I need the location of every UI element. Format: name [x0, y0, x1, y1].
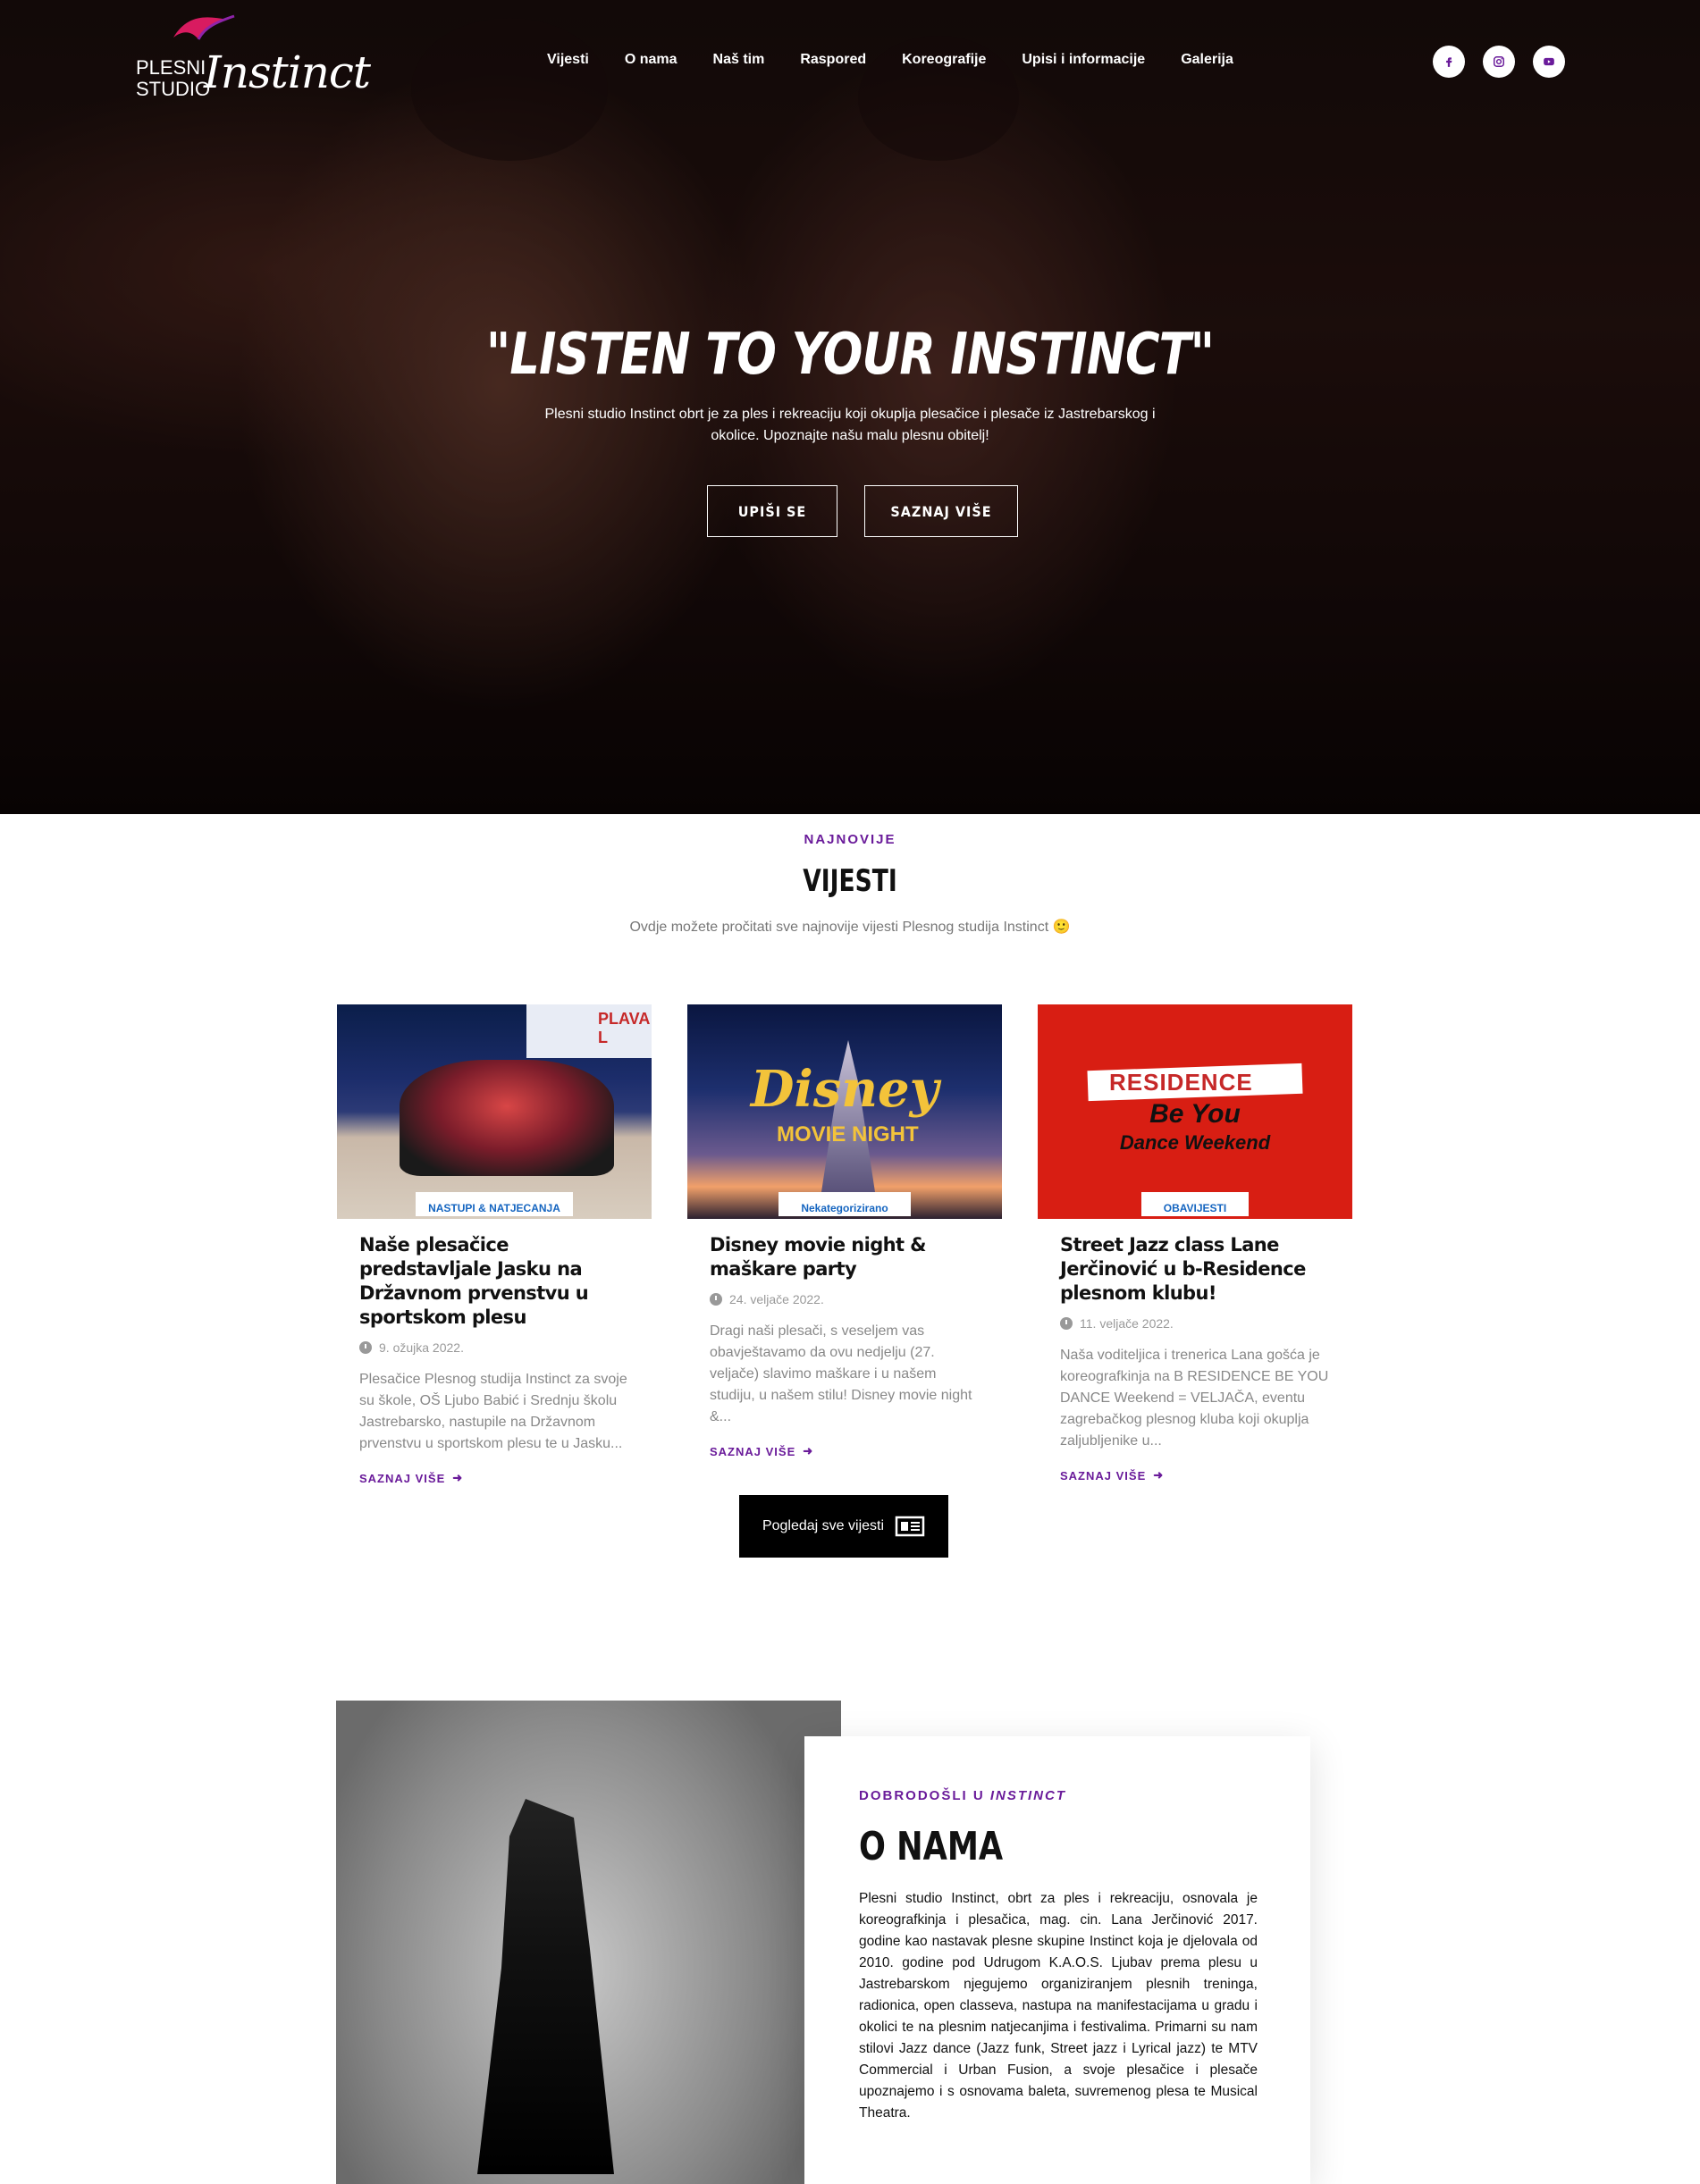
main-nav: Vijesti O nama Naš tim Raspored Koreogra… [547, 52, 1269, 68]
site-logo[interactable]: PLESNI STUDIO Instinct [132, 11, 371, 118]
clock-icon [359, 1341, 372, 1354]
read-more-link[interactable]: SAZNAJ VIŠE ➜ [359, 1471, 629, 1485]
news-card-date: 11. veljače 2022. [1060, 1316, 1330, 1331]
enroll-button[interactable]: UPIŠI SE [707, 485, 837, 537]
instagram-icon [1494, 56, 1504, 67]
news-eyebrow: NAJNOVIJE [804, 832, 896, 847]
arrow-right-icon: ➜ [803, 1444, 814, 1457]
youtube-icon [1544, 57, 1554, 66]
disney-logo-text: Disney [750, 1060, 939, 1119]
instagram-link[interactable] [1483, 46, 1515, 78]
about-card: DOBRODOŠLI U INSTINCT O NAMA Plesni stud… [804, 1736, 1310, 2184]
read-more-label: SAZNAJ VIŠE [359, 1471, 446, 1485]
arrow-right-icon: ➜ [452, 1471, 464, 1484]
about-eyebrow-brand: INSTINCT [989, 1788, 1067, 1803]
news-card-excerpt: Dragi naši plesači, s veseljem vas obavj… [710, 1323, 972, 1424]
view-all-news-button[interactable]: Pogledaj sve vijesti [739, 1495, 948, 1558]
nav-item-koreografije[interactable]: Koreografije [902, 52, 986, 68]
news-card-title[interactable]: Street Jazz class Lane Jerčinović u b-Re… [1060, 1233, 1330, 1306]
news-subtitle: Ovdje možete pročitati sve najnovije vij… [629, 920, 1071, 935]
facebook-icon [1446, 57, 1452, 67]
newspaper-icon [895, 1516, 925, 1537]
logo-wordmark: Instinct [204, 46, 371, 98]
news-card-excerpt: Naša voditeljica i trenerica Lana gošća … [1060, 1348, 1329, 1449]
news-card-title[interactable]: Naše plesačice predstavljale Jasku na Dr… [359, 1233, 629, 1330]
about-photo [336, 1701, 841, 2184]
logo-text: PLESNI STUDIO [136, 57, 210, 100]
read-more-link[interactable]: SAZNAJ VIŠE ➜ [710, 1444, 980, 1458]
news-card-date-text: 24. veljače 2022. [729, 1292, 824, 1306]
facebook-link[interactable] [1433, 46, 1465, 78]
news-card[interactable]: RESIDENCE Be You Dance Weekend OBAVIJEST… [1038, 1004, 1352, 1483]
nav-item-vijesti[interactable]: Vijesti [547, 52, 589, 68]
news-card-title[interactable]: Disney movie night & maškare party [710, 1233, 980, 1281]
news-card-date: 9. ožujka 2022. [359, 1340, 629, 1355]
news-title: VIJESTI [803, 863, 897, 899]
hero-subtitle: Plesni studio Instinct obrt je za ples i… [544, 407, 1156, 443]
news-card-excerpt: Plesačice Plesnog studija Instinct za sv… [359, 1372, 627, 1451]
learn-more-button[interactable]: SAZNAJ VIŠE [864, 485, 1018, 537]
nav-item-upisi[interactable]: Upisi i informacije [1022, 52, 1145, 68]
news-card[interactable]: PLAVA L NASTUPI & NATJECANJA Naše plesač… [337, 1004, 652, 1485]
about-eyebrow: DOBRODOŠLI U INSTINCT [859, 1788, 1066, 1803]
read-more-label: SAZNAJ VIŠE [1060, 1468, 1147, 1483]
about-text: Plesni studio Instinct, obrt za ples i r… [859, 1891, 1258, 2121]
clock-icon [1060, 1317, 1073, 1330]
nav-item-o-nama[interactable]: O nama [625, 52, 677, 68]
news-card[interactable]: Disney MOVIE NIGHT Nekategorizirano Disn… [687, 1004, 1002, 1458]
read-more-label: SAZNAJ VIŠE [710, 1444, 796, 1458]
be-you-text: Be You [1149, 1099, 1241, 1129]
news-card-category[interactable]: NASTUPI & NATJECANJA [416, 1192, 573, 1216]
news-card-date: 24. veljače 2022. [710, 1292, 980, 1306]
arrow-right-icon: ➜ [1153, 1468, 1165, 1482]
hero-section: PLESNI STUDIO Instinct Vijesti O nama Na… [0, 0, 1700, 814]
youtube-link[interactable] [1533, 46, 1565, 78]
hero-title: "LISTEN TO YOUR INSTINCT" [485, 322, 1215, 388]
team-group [400, 1060, 614, 1176]
logo-line-plesni: PLESNI [136, 56, 206, 79]
about-eyebrow-prefix: DOBRODOŠLI U [859, 1788, 985, 1803]
residence-text: RESIDENCE [1109, 1069, 1253, 1096]
view-all-news-label: Pogledaj sve vijesti [762, 1518, 885, 1533]
news-card-image[interactable]: RESIDENCE Be You Dance Weekend [1038, 1004, 1352, 1219]
about-title: O NAMA [859, 1824, 1004, 1869]
news-card-category[interactable]: Nekategorizirano [778, 1192, 911, 1216]
dance-weekend-text: Dance Weekend [1119, 1131, 1271, 1154]
read-more-link[interactable]: SAZNAJ VIŠE ➜ [1060, 1468, 1330, 1483]
news-card-category[interactable]: OBAVIJESTI [1141, 1192, 1249, 1216]
news-card-date-text: 9. ožujka 2022. [379, 1340, 464, 1355]
dancer-figure [477, 1799, 614, 2174]
news-card-date-text: 11. veljače 2022. [1080, 1316, 1174, 1331]
banner-text: PLAVA L [598, 1010, 650, 1046]
nav-item-raspored[interactable]: Raspored [800, 52, 866, 68]
logo-line-studio: STUDIO [136, 78, 211, 100]
nav-item-nas-tim[interactable]: Naš tim [713, 52, 765, 68]
movie-night-text: MOVIE NIGHT [777, 1122, 919, 1147]
nav-item-galerija[interactable]: Galerija [1181, 52, 1233, 68]
news-card-image[interactable]: PLAVA L [337, 1004, 652, 1219]
logo-bird-icon [173, 14, 235, 40]
news-card-image[interactable]: Disney MOVIE NIGHT [687, 1004, 1002, 1219]
clock-icon [710, 1293, 722, 1306]
hero-photo-dancer [411, 18, 608, 161]
